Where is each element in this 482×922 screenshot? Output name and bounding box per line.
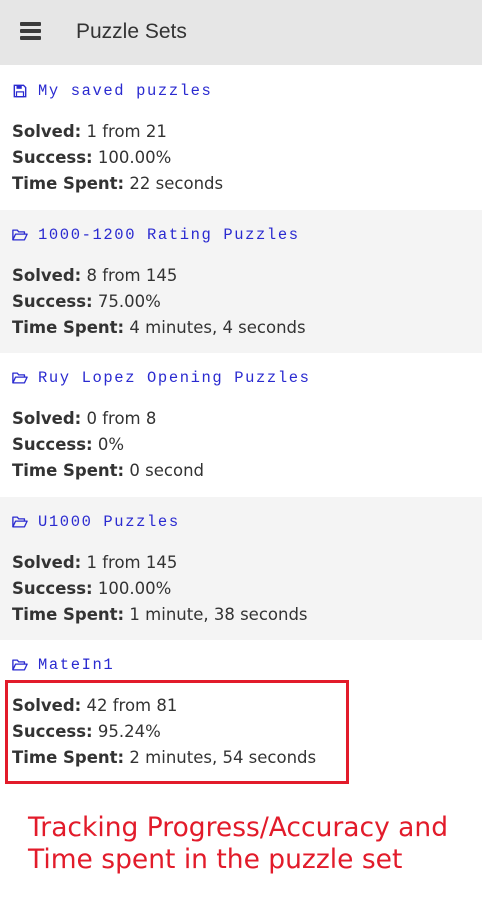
folder-open-icon bbox=[12, 228, 28, 241]
puzzle-set-list: My saved puzzles Solved: 1 from 21 Succe… bbox=[0, 66, 482, 784]
solved-value: 8 from 145 bbox=[86, 265, 178, 285]
solved-label: Solved: bbox=[12, 122, 82, 141]
puzzle-set-link[interactable]: MateIn1 bbox=[12, 655, 114, 675]
success-label: Success: bbox=[12, 578, 93, 598]
time-spent-value: 0 second bbox=[129, 461, 205, 480]
time-spent-value: 22 seconds bbox=[129, 174, 224, 193]
solved-label: Solved: bbox=[12, 265, 82, 285]
puzzle-set-link[interactable]: My saved puzzles bbox=[12, 81, 212, 101]
highlight-box bbox=[5, 680, 349, 784]
puzzle-set-name: Ruy Lopez Opening Puzzles bbox=[38, 369, 311, 387]
puzzle-set-item: 1000-1200 Rating Puzzles Solved: 8 from … bbox=[0, 209, 482, 353]
time-spent-label: Time Spent: bbox=[12, 174, 125, 193]
success-value: 75.00% bbox=[97, 291, 161, 311]
floppy-disk-icon bbox=[13, 84, 27, 98]
puzzle-set-item: U1000 Puzzles Solved: 1 from 145 Success… bbox=[0, 496, 482, 640]
app-header: Puzzle Sets bbox=[0, 0, 482, 65]
solved-label: Solved: bbox=[12, 409, 82, 428]
puzzle-set-item: Ruy Lopez Opening Puzzles Solved: 0 from… bbox=[0, 353, 482, 497]
annotation-caption: Tracking Progress/Accuracy and Time spen… bbox=[28, 812, 478, 876]
success-label: Success: bbox=[12, 291, 93, 311]
success-value: 100.00% bbox=[97, 578, 172, 598]
success-label: Success: bbox=[12, 435, 93, 454]
puzzle-set-link[interactable]: U1000 Puzzles bbox=[12, 512, 180, 532]
page-title: Puzzle Sets bbox=[76, 20, 187, 43]
puzzle-set-link[interactable]: 1000-1200 Rating Puzzles bbox=[12, 225, 300, 245]
hamburger-menu-icon[interactable] bbox=[20, 22, 41, 40]
success-label: Success: bbox=[12, 148, 93, 167]
solved-value: 1 from 21 bbox=[86, 122, 167, 141]
puzzle-set-stats: Solved: 1 from 145 Success: 100.00% Time… bbox=[12, 550, 308, 628]
folder-open-icon bbox=[12, 515, 28, 528]
puzzle-set-stats: Solved: 0 from 8 Success: 0% Time Spent:… bbox=[12, 406, 204, 484]
time-spent-value: 4 minutes, 4 seconds bbox=[129, 317, 306, 337]
puzzle-set-stats: Solved: 8 from 145 Success: 75.00% Time … bbox=[12, 263, 306, 341]
puzzle-set-name: MateIn1 bbox=[38, 656, 115, 674]
solved-value: 0 from 8 bbox=[86, 409, 157, 428]
success-value: 100.00% bbox=[97, 148, 172, 167]
folder-open-icon bbox=[12, 372, 28, 384]
puzzle-set-stats: Solved: 1 from 21 Success: 100.00% Time … bbox=[12, 119, 223, 197]
puzzle-set-name: U1000 Puzzles bbox=[38, 512, 180, 531]
puzzle-set-item: My saved puzzles Solved: 1 from 21 Succe… bbox=[0, 66, 482, 210]
annotation-line: Time spent in the puzzle set bbox=[28, 844, 403, 875]
annotation-line: Tracking Progress/Accuracy and bbox=[28, 812, 449, 843]
puzzle-set-name: My saved puzzles bbox=[38, 82, 213, 100]
solved-value: 1 from 145 bbox=[86, 552, 178, 572]
time-spent-label: Time Spent: bbox=[12, 317, 125, 337]
puzzle-set-name: 1000-1200 Rating Puzzles bbox=[38, 225, 300, 244]
time-spent-label: Time Spent: bbox=[12, 461, 125, 480]
time-spent-label: Time Spent: bbox=[12, 604, 125, 624]
puzzle-set-link[interactable]: Ruy Lopez Opening Puzzles bbox=[12, 368, 311, 388]
success-value: 0% bbox=[97, 435, 125, 454]
solved-label: Solved: bbox=[12, 552, 82, 572]
time-spent-value: 1 minute, 38 seconds bbox=[129, 604, 308, 624]
folder-open-icon bbox=[12, 659, 28, 671]
